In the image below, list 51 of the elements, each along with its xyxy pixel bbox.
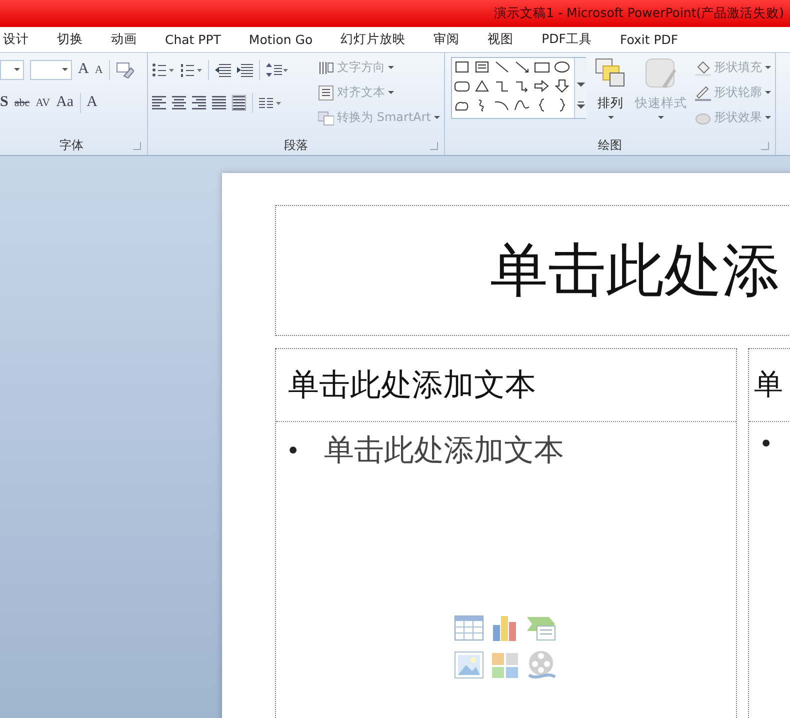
placeholder-text: 单击此处添: [490, 237, 780, 305]
shrink-font-button[interactable]: A: [94, 64, 103, 76]
bullet: •: [286, 436, 300, 464]
align-left-icon[interactable]: [152, 94, 166, 110]
ribbon-tab[interactable]: 视图: [488, 29, 514, 50]
change-case-button[interactable]: Aa: [56, 94, 74, 111]
align-center-icon[interactable]: [172, 94, 186, 110]
increase-indent-icon[interactable]: [237, 62, 253, 76]
placeholder-text: 单击此处添加文本: [324, 433, 564, 469]
clear-format-icon[interactable]: [116, 60, 134, 78]
align-text-icon: [318, 84, 334, 100]
character-spacing-button[interactable]: AV: [36, 96, 50, 108]
ribbon-tab[interactable]: 审阅: [434, 29, 460, 50]
ribbon-tab[interactable]: PDF工具: [542, 29, 592, 50]
text-shadow-button[interactable]: S: [0, 94, 8, 111]
ribbon-tab[interactable]: 切换: [57, 29, 83, 50]
window-title: 演示文稿1 - Microsoft PowerPoint(产品激活失败): [494, 5, 784, 22]
title-placeholder[interactable]: 单击此处添: [275, 205, 790, 336]
group-label: 绘图: [598, 136, 622, 154]
ribbon-tab[interactable]: Chat PPT: [165, 30, 221, 49]
bullet: •: [759, 430, 774, 458]
content-placeholder[interactable]: 单 •: [748, 348, 790, 718]
smartart-icon: [318, 110, 334, 126]
align-right-icon[interactable]: [192, 94, 206, 110]
bullets-icon[interactable]: [152, 62, 174, 76]
placeholder-text: 单: [754, 368, 783, 403]
shape-gallery[interactable]: [451, 57, 586, 119]
distributed-icon[interactable]: [232, 94, 246, 110]
quick-styles-icon: [644, 57, 678, 91]
placeholder-text: 单击此处添加文本: [288, 366, 536, 404]
font-color-button[interactable]: A: [86, 94, 98, 111]
font-name-field[interactable]: [0, 60, 24, 80]
strikethrough-button[interactable]: abc: [14, 96, 30, 108]
ribbon-tab[interactable]: 动画: [111, 29, 137, 50]
ribbon-tab[interactable]: 幻灯片放映: [340, 29, 406, 50]
line-spacing-icon[interactable]: [266, 62, 288, 78]
group-label: 段落: [284, 136, 308, 154]
content-placeholder[interactable]: 单击此处添加文本 • 单击此处添加文本: [275, 348, 737, 718]
ribbon-tab[interactable]: 设计: [3, 29, 29, 50]
ribbon-tab[interactable]: Foxit PDF: [620, 30, 678, 49]
text-direction-icon: [318, 60, 334, 76]
justify-icon[interactable]: [212, 94, 226, 110]
columns-icon[interactable]: [259, 96, 281, 110]
font-size-field[interactable]: [30, 60, 72, 80]
group-label: 字体: [60, 136, 84, 154]
ribbon-tab[interactable]: Motion Go: [248, 30, 313, 49]
ribbon-big-button[interactable]: 排列: [590, 57, 631, 135]
grow-font-button[interactable]: A: [78, 61, 89, 78]
pencil-icon: [695, 84, 711, 100]
decrease-indent-icon[interactable]: [215, 62, 231, 76]
numbering-icon[interactable]: [180, 62, 202, 76]
